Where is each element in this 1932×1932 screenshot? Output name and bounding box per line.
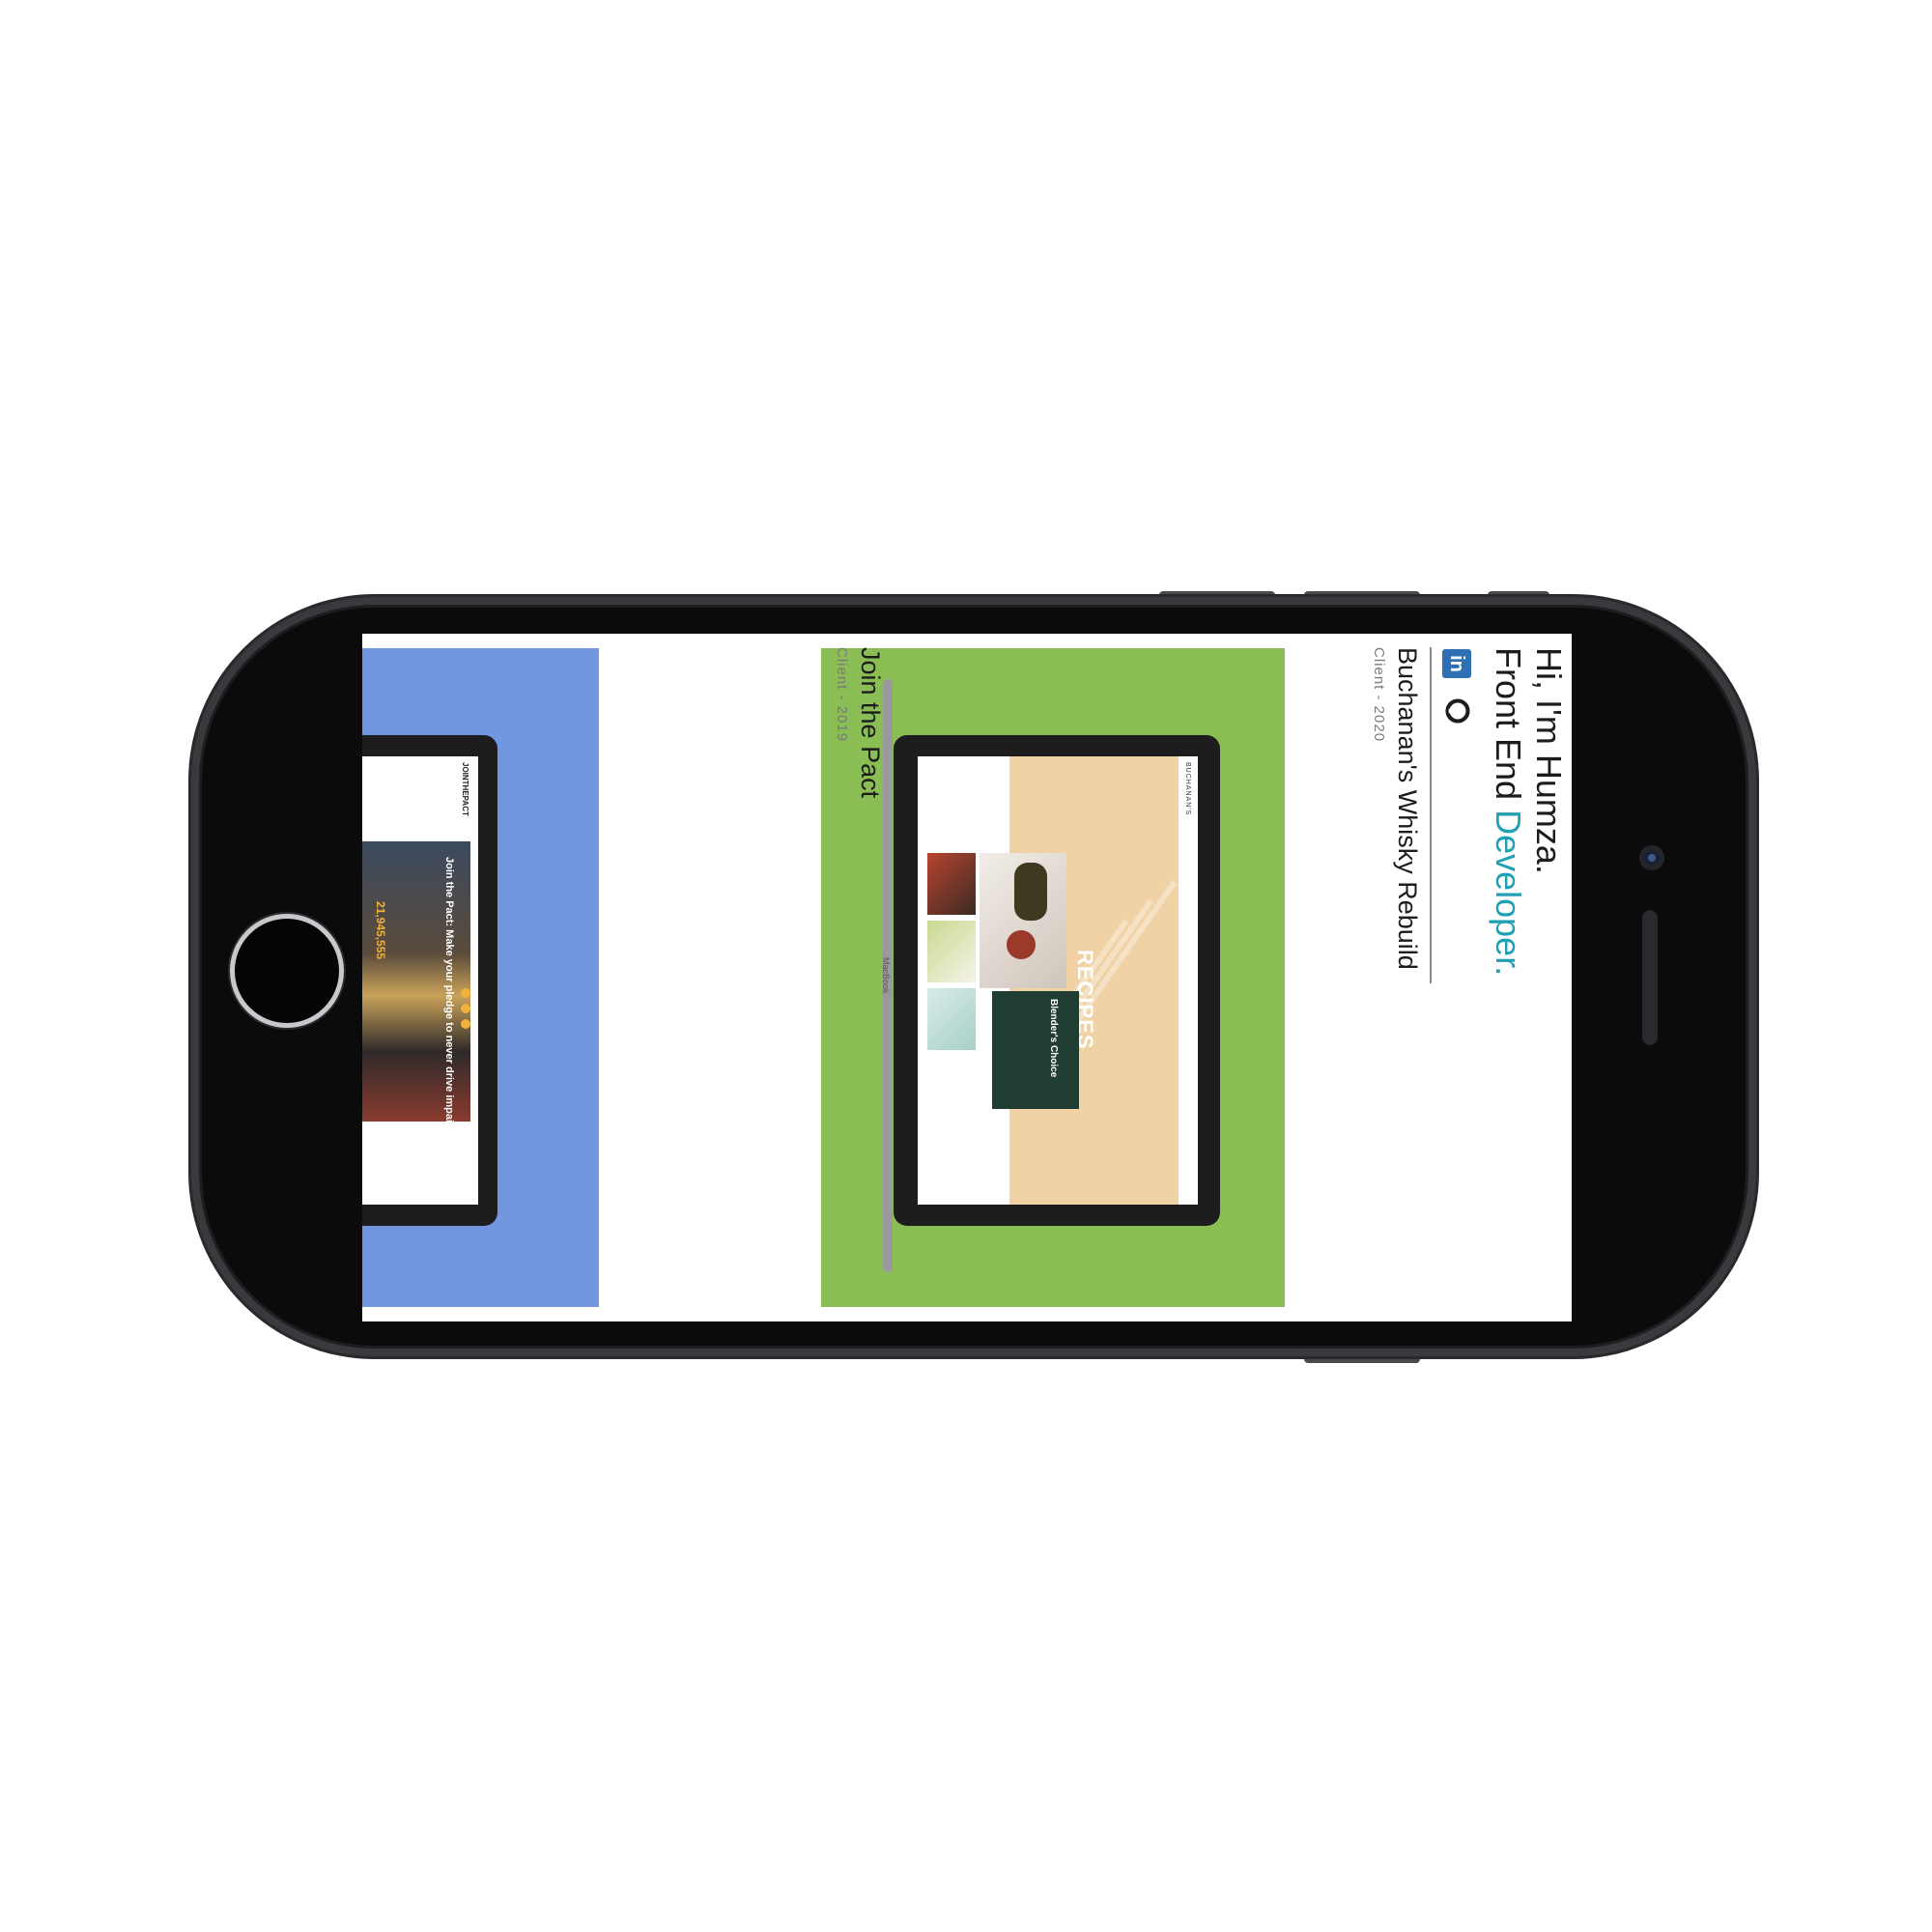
social-icon — [461, 1019, 470, 1029]
camera-icon — [1639, 845, 1664, 870]
project-card-buchanans[interactable]: MacBook BUCHANAN'S RECIPES Blender's Cho… — [821, 648, 1285, 1307]
project-title-buchanans[interactable]: Buchanan's Whisky Rebuild — [1392, 647, 1422, 970]
home-button[interactable] — [230, 914, 344, 1028]
social-icon — [461, 1004, 470, 1013]
hero-role-accent: Developer. — [1489, 810, 1528, 977]
linkedin-icon[interactable]: in — [1442, 649, 1471, 678]
preview-card-title: Blender's Choice — [1048, 999, 1059, 1078]
project-card-pact[interactable]: JOINTHEPACT Join the Pact: Make your ple… — [362, 648, 599, 1307]
hero-divider — [1430, 647, 1432, 983]
speaker-grille — [1642, 910, 1658, 1045]
social-icon — [461, 988, 470, 998]
phone-screen: Hi, I'm Humza. Front End Developer. in B… — [362, 634, 1572, 1321]
laptop-brand-label: MacBook — [881, 957, 891, 994]
preview-photo — [927, 988, 976, 1050]
preview-logo: BUCHANAN'S — [1184, 762, 1191, 816]
project-meta-buchanans: Client - 2020 — [1371, 647, 1387, 743]
preview-counter: 21,945,555 — [374, 901, 387, 960]
pact-preview: JOINTHEPACT Join the Pact: Make your ple… — [362, 756, 478, 1205]
preview-bottle — [1014, 863, 1047, 921]
preview-brand: JOINTHEPACT — [461, 762, 469, 816]
preview-nav — [1179, 756, 1198, 1205]
hero-role-prefix: Front End — [1489, 647, 1528, 810]
buchanans-preview: BUCHANAN'S RECIPES Blender's Choice — [918, 756, 1198, 1205]
laptop-lid: BUCHANAN'S RECIPES Blender's Choice — [894, 735, 1220, 1226]
github-icon[interactable] — [1444, 697, 1471, 724]
hero-greeting: Hi, I'm Humza. — [1529, 647, 1569, 874]
preview-photo — [927, 921, 976, 982]
preview-feature-card: Blender's Choice — [992, 991, 1079, 1109]
project-title-pact[interactable]: Join the Pact — [855, 647, 885, 798]
hero-role: Front End Developer. — [1488, 647, 1528, 976]
preview-headline: Join the Pact: Make your pledge to never… — [443, 857, 455, 1143]
preview-drink — [1007, 930, 1036, 959]
preview-photo — [927, 853, 976, 915]
project-meta-pact: Client - 2019 — [834, 647, 850, 743]
